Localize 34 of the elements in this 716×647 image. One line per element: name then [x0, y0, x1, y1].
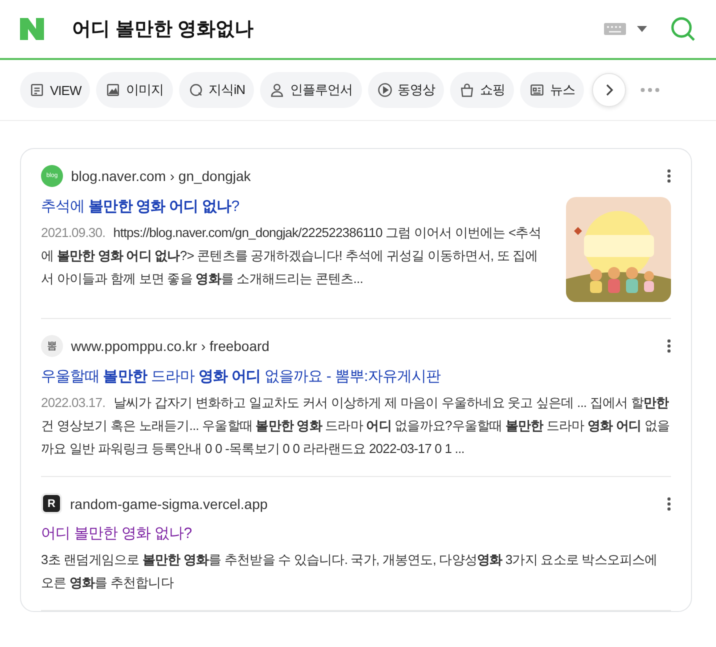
more-options-icon[interactable] [667, 339, 671, 353]
caret-icon[interactable] [636, 25, 648, 33]
category-tab[interactable]: 동영상 [368, 72, 444, 108]
result-title[interactable]: 어디 볼만한 영화 없나? [41, 524, 671, 543]
search-icon [188, 82, 204, 98]
image-icon [105, 82, 122, 98]
result-snippet: 2021.09.30. https://blog.naver.com/gn_dongjak/222522386110 그럼 이어서 이번에는 <추석에 볼만한 영화 어디 없나?> 콘텐츠를 공개하겠습니다! 추석에 귀성길 이동하면서, 또 집에서 아이들과 함께 보면 좋을 영화를 소개해드리는 콘텐츠... [41, 224, 542, 288]
document-icon [29, 82, 45, 98]
more-options-icon[interactable] [667, 496, 671, 510]
play-icon [376, 82, 393, 98]
category-tab[interactable]: 지식iN [178, 72, 254, 108]
category-tab[interactable]: 이미지 [96, 72, 173, 108]
source-url[interactable]: www.ppomppu.co.kr › freeboard [71, 338, 270, 354]
result-snippet: 3초 랜덤게임으로 볼만한 영화를 추천받을 수 있습니다. 국가, 개봉연도, 다양성영화 3가지 요소로 박스오피스에 오른 영화를 추천합니다 [41, 551, 658, 592]
category-tab[interactable]: 쇼핑 [450, 72, 514, 108]
source-url[interactable]: random-game-sigma.vercel.app [70, 496, 268, 512]
chevron-right-icon [604, 83, 614, 97]
category-tab[interactable]: 인플루언서 [260, 72, 362, 108]
category-tab[interactable]: VIEW [20, 72, 90, 108]
shopping-bag-icon [459, 82, 476, 98]
next-button[interactable] [592, 73, 626, 107]
source-url[interactable]: blog.naver.com › gn_dongjak [71, 168, 251, 184]
result-title[interactable]: 우울할때 볼만한 드라마 영화 어디 없을까요 - 뽐뿌:자유게시판 [41, 367, 671, 386]
person-icon [269, 82, 286, 98]
search-icon[interactable] [670, 16, 696, 42]
logo-icon[interactable] [20, 18, 44, 40]
more-options-icon[interactable] [667, 169, 671, 183]
search-query[interactable]: 어디 볼만한 영화없나 [72, 16, 604, 42]
site-icon: 뽐 [41, 335, 63, 357]
result-title[interactable]: 추석에 볼만한 영화 어디 없나? [41, 197, 546, 216]
site-icon: R [41, 493, 62, 514]
category-tab[interactable]: 뉴스 [520, 72, 584, 108]
newspaper-icon [529, 82, 546, 98]
result-snippet: 2022.03.17. 날씨가 갑자기 변화하고 일교차도 커서 이상하게 제 마음이 우울하네요 웃고 싶은데 ... 집에서 할만한건 영상보기 혹은 노래듣기... 우울할때 볼만한 영화 드라마 어디 없을까요?우울할때 볼만한 드라마 영화 어디 없을까요 일반 파워링크 등록안내 0 0 -목록보기 0 0 라라랜드요 2022-03-17 0 1 ... [41, 394, 671, 458]
